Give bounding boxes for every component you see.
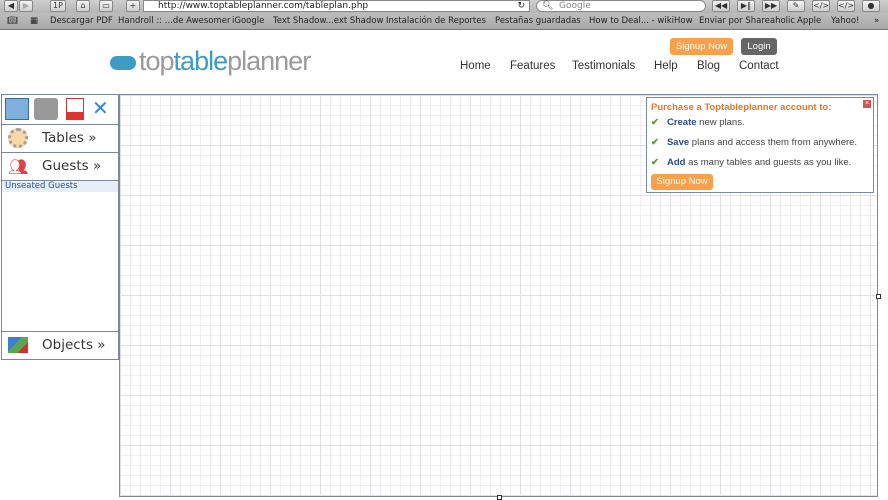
rewind-icon[interactable]: ◀◀ bbox=[712, 0, 730, 12]
bookmark[interactable]: Pestañas guardadas bbox=[495, 16, 581, 26]
popup-item: ✔ Create new plans. bbox=[651, 117, 745, 128]
signup-button[interactable]: Signup Now bbox=[670, 38, 733, 55]
logo-text: planner bbox=[227, 46, 311, 76]
resize-handle-bottom[interactable] bbox=[497, 495, 502, 500]
bookmark[interactable]: Text Shadow...ext Shadow bbox=[273, 16, 383, 26]
bookmarks-book-icon[interactable]: 📖︎ bbox=[7, 16, 18, 26]
top-sites-icon[interactable]: ▦ bbox=[30, 16, 38, 26]
bookmark[interactable]: Apple bbox=[797, 16, 821, 26]
search-input[interactable]: 🔍︎ Google bbox=[536, 0, 706, 12]
popup-signup-button[interactable]: Signup Now bbox=[651, 174, 713, 190]
logo-icon bbox=[110, 55, 136, 70]
nav-contact[interactable]: Contact bbox=[739, 60, 779, 72]
popup-item: ✔ Save plans and access them from anywher… bbox=[651, 137, 858, 148]
purchase-popup: Purchase a Toptableplanner account to: ×… bbox=[646, 97, 874, 193]
search-placeholder: Google bbox=[559, 1, 591, 11]
check-icon: ✔ bbox=[651, 117, 659, 128]
add-bookmark-button[interactable]: + bbox=[126, 0, 140, 12]
table-icon bbox=[8, 128, 28, 148]
objects-label: Objects » bbox=[42, 337, 106, 353]
bookmark[interactable]: Handroll :: ...de Awesomer bbox=[118, 16, 230, 26]
nav-features[interactable]: Features bbox=[510, 60, 555, 72]
popup-item: ✔ Add as many tables and guests as you li… bbox=[651, 157, 852, 168]
login-button[interactable]: Login bbox=[741, 38, 777, 55]
url-text: http://www.toptableplanner.com/tableplan… bbox=[158, 1, 369, 11]
back-button[interactable]: ◀ bbox=[4, 0, 18, 12]
browser-toolbar: ◀ ▶ 1P ⌂ ▭ + http://www.toptableplanner.… bbox=[0, 0, 888, 13]
nav-blog[interactable]: Blog bbox=[697, 60, 720, 72]
nav-help[interactable]: Help bbox=[654, 60, 678, 72]
logo-text: table bbox=[173, 46, 229, 76]
bookmarks-bar: 📖︎ ▦ Descargar PDF Handroll :: ...de Awe… bbox=[0, 13, 888, 30]
forward-button[interactable]: ▶ bbox=[19, 0, 33, 12]
search-icon: 🔍︎ bbox=[542, 1, 554, 11]
1password-button[interactable]: 1P bbox=[50, 0, 66, 12]
home-icon[interactable]: ⌂ bbox=[76, 0, 90, 12]
play-pause-icon[interactable]: ▶‖ bbox=[737, 0, 755, 12]
guests-button[interactable]: 👥︎ Guests » bbox=[2, 153, 118, 181]
popup-title: Purchase a Toptableplanner account to: bbox=[651, 102, 832, 113]
print-icon[interactable] bbox=[34, 98, 58, 120]
resize-handle-right[interactable] bbox=[876, 294, 881, 299]
bookmark[interactable]: Yahoo! bbox=[831, 16, 859, 26]
save-icon[interactable] bbox=[5, 98, 29, 120]
bookmark[interactable]: How to Deal... - wikiHow bbox=[589, 16, 693, 26]
code-icon[interactable]: </> bbox=[812, 0, 830, 12]
fast-forward-icon[interactable]: ▶▶ bbox=[762, 0, 780, 12]
check-icon: ✔ bbox=[651, 137, 659, 148]
evernote-icon[interactable]: ✎ bbox=[787, 0, 805, 12]
validator-icon[interactable]: </> bbox=[837, 0, 855, 12]
reload-icon[interactable]: ↻ bbox=[517, 1, 525, 11]
extension-icon[interactable]: ● bbox=[862, 0, 880, 12]
check-icon: ✔ bbox=[651, 157, 659, 168]
report-icon[interactable] bbox=[66, 98, 84, 120]
sidebar: ✕ Tables » 👥︎ Guests » Unseated Guests O… bbox=[1, 94, 119, 360]
objects-icon bbox=[8, 337, 28, 353]
url-input[interactable]: http://www.toptableplanner.com/tableplan… bbox=[143, 0, 530, 12]
bookmark[interactable]: Enviar por Shareaholic bbox=[699, 16, 795, 26]
nav-home[interactable]: Home bbox=[460, 60, 491, 72]
logo-text: top bbox=[139, 46, 175, 76]
close-icon[interactable]: × bbox=[863, 100, 871, 108]
unseated-guests-header: Unseated Guests bbox=[2, 181, 118, 192]
tool-row: ✕ bbox=[2, 95, 118, 125]
tools-icon[interactable]: ✕ bbox=[92, 97, 116, 119]
tables-button[interactable]: Tables » bbox=[2, 125, 118, 153]
tables-label: Tables » bbox=[42, 130, 97, 146]
more-bookmarks-icon[interactable]: » bbox=[874, 16, 879, 26]
nav-testimonials[interactable]: Testimonials bbox=[572, 60, 635, 72]
bookmark[interactable]: iGoogle bbox=[232, 16, 264, 26]
logo[interactable]: toptableplanner bbox=[110, 46, 311, 77]
objects-button[interactable]: Objects » bbox=[2, 331, 118, 359]
guests-icon: 👥︎ bbox=[8, 157, 29, 176]
bookmark[interactable]: Instalación de Reportes bbox=[386, 16, 486, 26]
reader-icon[interactable]: ▭ bbox=[99, 0, 113, 12]
bookmark[interactable]: Descargar PDF bbox=[50, 16, 113, 26]
guests-label: Guests » bbox=[42, 158, 102, 174]
